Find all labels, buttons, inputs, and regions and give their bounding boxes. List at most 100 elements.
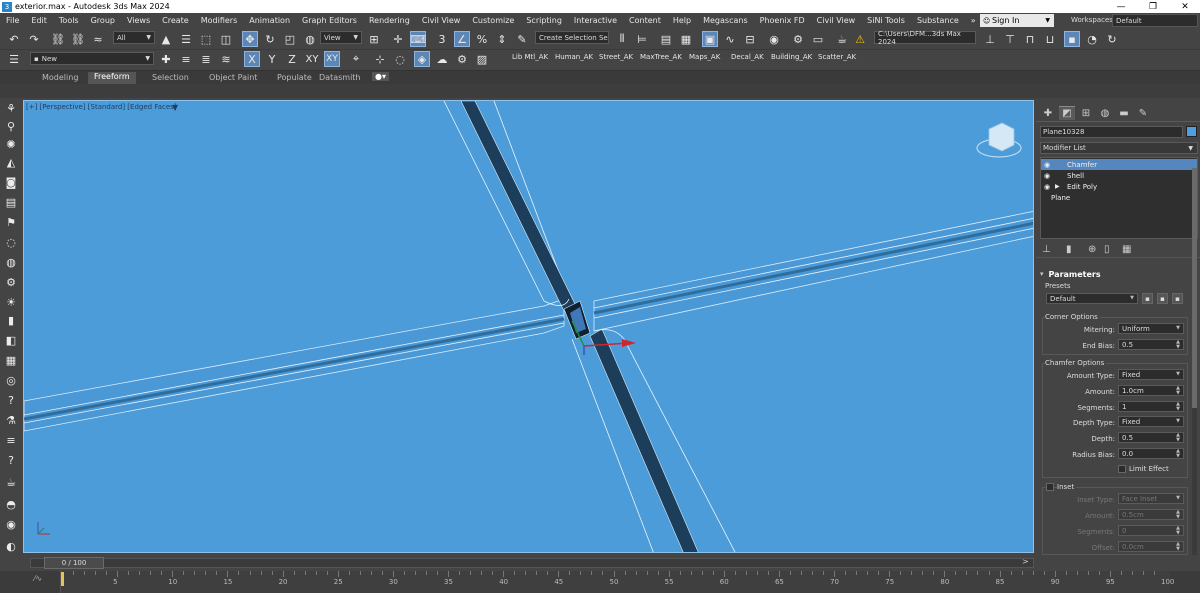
paint-icon[interactable]: ⚲	[3, 118, 19, 134]
menu-interactive[interactable]: Interactive	[568, 16, 623, 25]
gear-icon[interactable]: ⚙	[3, 274, 19, 290]
ribbon-tab-freeform[interactable]: Freeform	[88, 72, 136, 84]
shelf-tab-maxtree[interactable]: MaxTree_AK	[640, 53, 682, 61]
menu-tools[interactable]: Tools	[53, 16, 85, 25]
keyboard-shortcut-override-icon[interactable]: ⌨	[410, 31, 426, 47]
spinner-arrows-icon[interactable]: ▲ ▼	[1176, 541, 1180, 552]
warning-icon[interactable]: ⚠	[852, 31, 868, 47]
render-icon[interactable]: ◉	[3, 516, 19, 532]
workspaces-dropdown[interactable]: Default	[1112, 14, 1198, 27]
select-layer-icon[interactable]: ≣	[198, 51, 214, 67]
snap-edge-icon[interactable]: ◌	[392, 51, 408, 67]
menu-edit[interactable]: Edit	[25, 16, 53, 25]
link-icon[interactable]: ⛓	[50, 31, 66, 47]
modifier-list-dropdown[interactable]: Modifier List ▼	[1040, 142, 1198, 154]
offset-spinner[interactable]: 0.0cm ▲ ▼	[1118, 541, 1184, 552]
menu-create[interactable]: Create	[156, 16, 195, 25]
spinner-arrows-icon[interactable]: ▲ ▼	[1176, 448, 1180, 459]
stack-item-chamfer[interactable]: ◉ Chamfer	[1041, 159, 1197, 170]
axis-xy-cycle-button[interactable]: XY	[324, 51, 340, 67]
delete-preset-icon[interactable]: ▪	[1172, 293, 1183, 304]
parameters-rollout-header[interactable]: ▾ Parameters	[1040, 268, 1190, 280]
save-scene-icon[interactable]: ▪	[1064, 31, 1080, 47]
time-slider-track[interactable]	[30, 558, 1034, 568]
camera-icon[interactable]: ◙	[3, 174, 19, 190]
snaps-toggle-icon[interactable]: 3	[434, 31, 450, 47]
close-button[interactable]: ✕	[1170, 0, 1200, 13]
menu-substance[interactable]: Substance	[911, 16, 965, 25]
configure-sets-icon[interactable]: ▦	[1122, 244, 1131, 255]
pin-icon[interactable]: ⊥	[982, 31, 998, 47]
load-preset-icon[interactable]: ▪	[1157, 293, 1168, 304]
hierarchy-tab-icon[interactable]: ⊞	[1078, 106, 1094, 120]
list-icon[interactable]: ≡	[3, 432, 19, 448]
shelf-tab-human[interactable]: Human_AK	[555, 53, 593, 61]
teapot-icon[interactable]: ☕	[3, 474, 19, 490]
spinner-arrows-icon[interactable]: ▲ ▼	[1176, 401, 1180, 412]
ribbon-tab-object-paint[interactable]: Object Paint	[209, 73, 257, 82]
project-icon[interactable]: ⊤	[1002, 31, 1018, 47]
curve-editor-mini-icon[interactable]: ⁄∿	[34, 574, 42, 583]
depth-type-dropdown[interactable]: Fixed ▼	[1118, 416, 1184, 427]
time-slider-handle[interactable]: 0 / 100	[44, 557, 104, 569]
shelf-tab-maps[interactable]: Maps_AK	[689, 53, 720, 61]
menu-customize[interactable]: Customize	[466, 16, 520, 25]
stack-item-plane[interactable]: Plane	[1041, 192, 1197, 203]
axis-y-button[interactable]: Y	[264, 51, 280, 67]
shelf-tab-decal[interactable]: Decal_AK	[731, 53, 764, 61]
curve-editor-icon[interactable]: ∿	[722, 31, 738, 47]
pivot-center-icon[interactable]: ⊞	[366, 31, 382, 47]
limit-effect-checkbox[interactable]	[1118, 465, 1126, 473]
snap-face-icon[interactable]: ◈	[414, 51, 430, 67]
edit-named-selection-icon[interactable]: ✎	[514, 31, 530, 47]
minimize-button[interactable]: —	[1106, 0, 1136, 13]
autoback-icon[interactable]: ◔	[1084, 31, 1100, 47]
utilities-tab-icon[interactable]: ✎	[1135, 106, 1151, 120]
settings-gear-icon[interactable]: ⚙	[454, 51, 470, 67]
axis-x-button[interactable]: X	[244, 51, 260, 67]
display-tab-icon[interactable]: ▬	[1116, 106, 1132, 120]
undo-icon[interactable]: ↶	[6, 31, 22, 47]
select-move-icon[interactable]: ✥	[242, 31, 258, 47]
menu-phoenix-fd[interactable]: Phoenix FD	[754, 16, 811, 25]
eye-icon[interactable]: ◉	[1044, 172, 1050, 180]
object-name-field[interactable]: Plane10328	[1040, 126, 1183, 138]
selection-filter-dropdown[interactable]: All ▼	[113, 31, 155, 44]
menu-graph-editors[interactable]: Graph Editors	[296, 16, 363, 25]
create-layer-icon[interactable]: ✚	[158, 51, 174, 67]
select-place-icon[interactable]: ◍	[302, 31, 318, 47]
pin-stack-icon[interactable]: ⊥	[1042, 244, 1051, 255]
select-manipulate-icon[interactable]: ✛	[390, 31, 406, 47]
inset-type-dropdown[interactable]: Face Inset ▼	[1118, 493, 1184, 504]
refresh-icon[interactable]: ↻	[1104, 31, 1120, 47]
spinner-snap-icon[interactable]: ⇕	[494, 31, 510, 47]
percent-snap-icon[interactable]: %	[474, 31, 490, 47]
object-properties-icon[interactable]: ▨	[474, 51, 490, 67]
select-rotate-icon[interactable]: ↻	[262, 31, 278, 47]
material-editor-icon[interactable]: ◉	[766, 31, 782, 47]
tree-icon[interactable]: ⚑	[3, 214, 19, 230]
light-icon[interactable]: ✺	[3, 136, 19, 152]
box-icon[interactable]: ◧	[3, 332, 19, 348]
menu-civil-view-2[interactable]: Civil View	[811, 16, 862, 25]
menu-rendering[interactable]: Rendering	[363, 16, 416, 25]
layer-icon[interactable]: ▮	[3, 312, 19, 328]
menu-sini-tools[interactable]: SiNi Tools	[861, 16, 911, 25]
help-icon[interactable]: ?	[3, 392, 19, 408]
snap-vertex-icon[interactable]: ⊹	[372, 51, 388, 67]
brush-icon[interactable]: ⚗	[3, 412, 19, 428]
axis-z-button[interactable]: Z	[284, 51, 300, 67]
menu-views[interactable]: Views	[121, 16, 156, 25]
object-color-swatch[interactable]	[1186, 126, 1197, 137]
unlink-icon[interactable]: ⛓	[70, 31, 86, 47]
presets-dropdown[interactable]: Default ▼	[1046, 293, 1138, 304]
layer-dropdown[interactable]: ▪ New ▼	[30, 52, 154, 65]
mirror-icon[interactable]: ⫴	[614, 31, 630, 47]
reference-coordinate-dropdown[interactable]: View ▼	[320, 31, 362, 44]
schematic-view-icon[interactable]: ⊟	[742, 31, 758, 47]
inset-segments-spinner[interactable]: 0 ▲ ▼	[1118, 525, 1184, 536]
extra-icon[interactable]: ⊔	[1042, 31, 1058, 47]
layer-explorer-icon[interactable]: ▦	[678, 31, 694, 47]
named-selection-dropdown[interactable]: Create Selection Se	[535, 31, 609, 44]
spinner-arrows-icon[interactable]: ▲ ▼	[1176, 385, 1180, 396]
